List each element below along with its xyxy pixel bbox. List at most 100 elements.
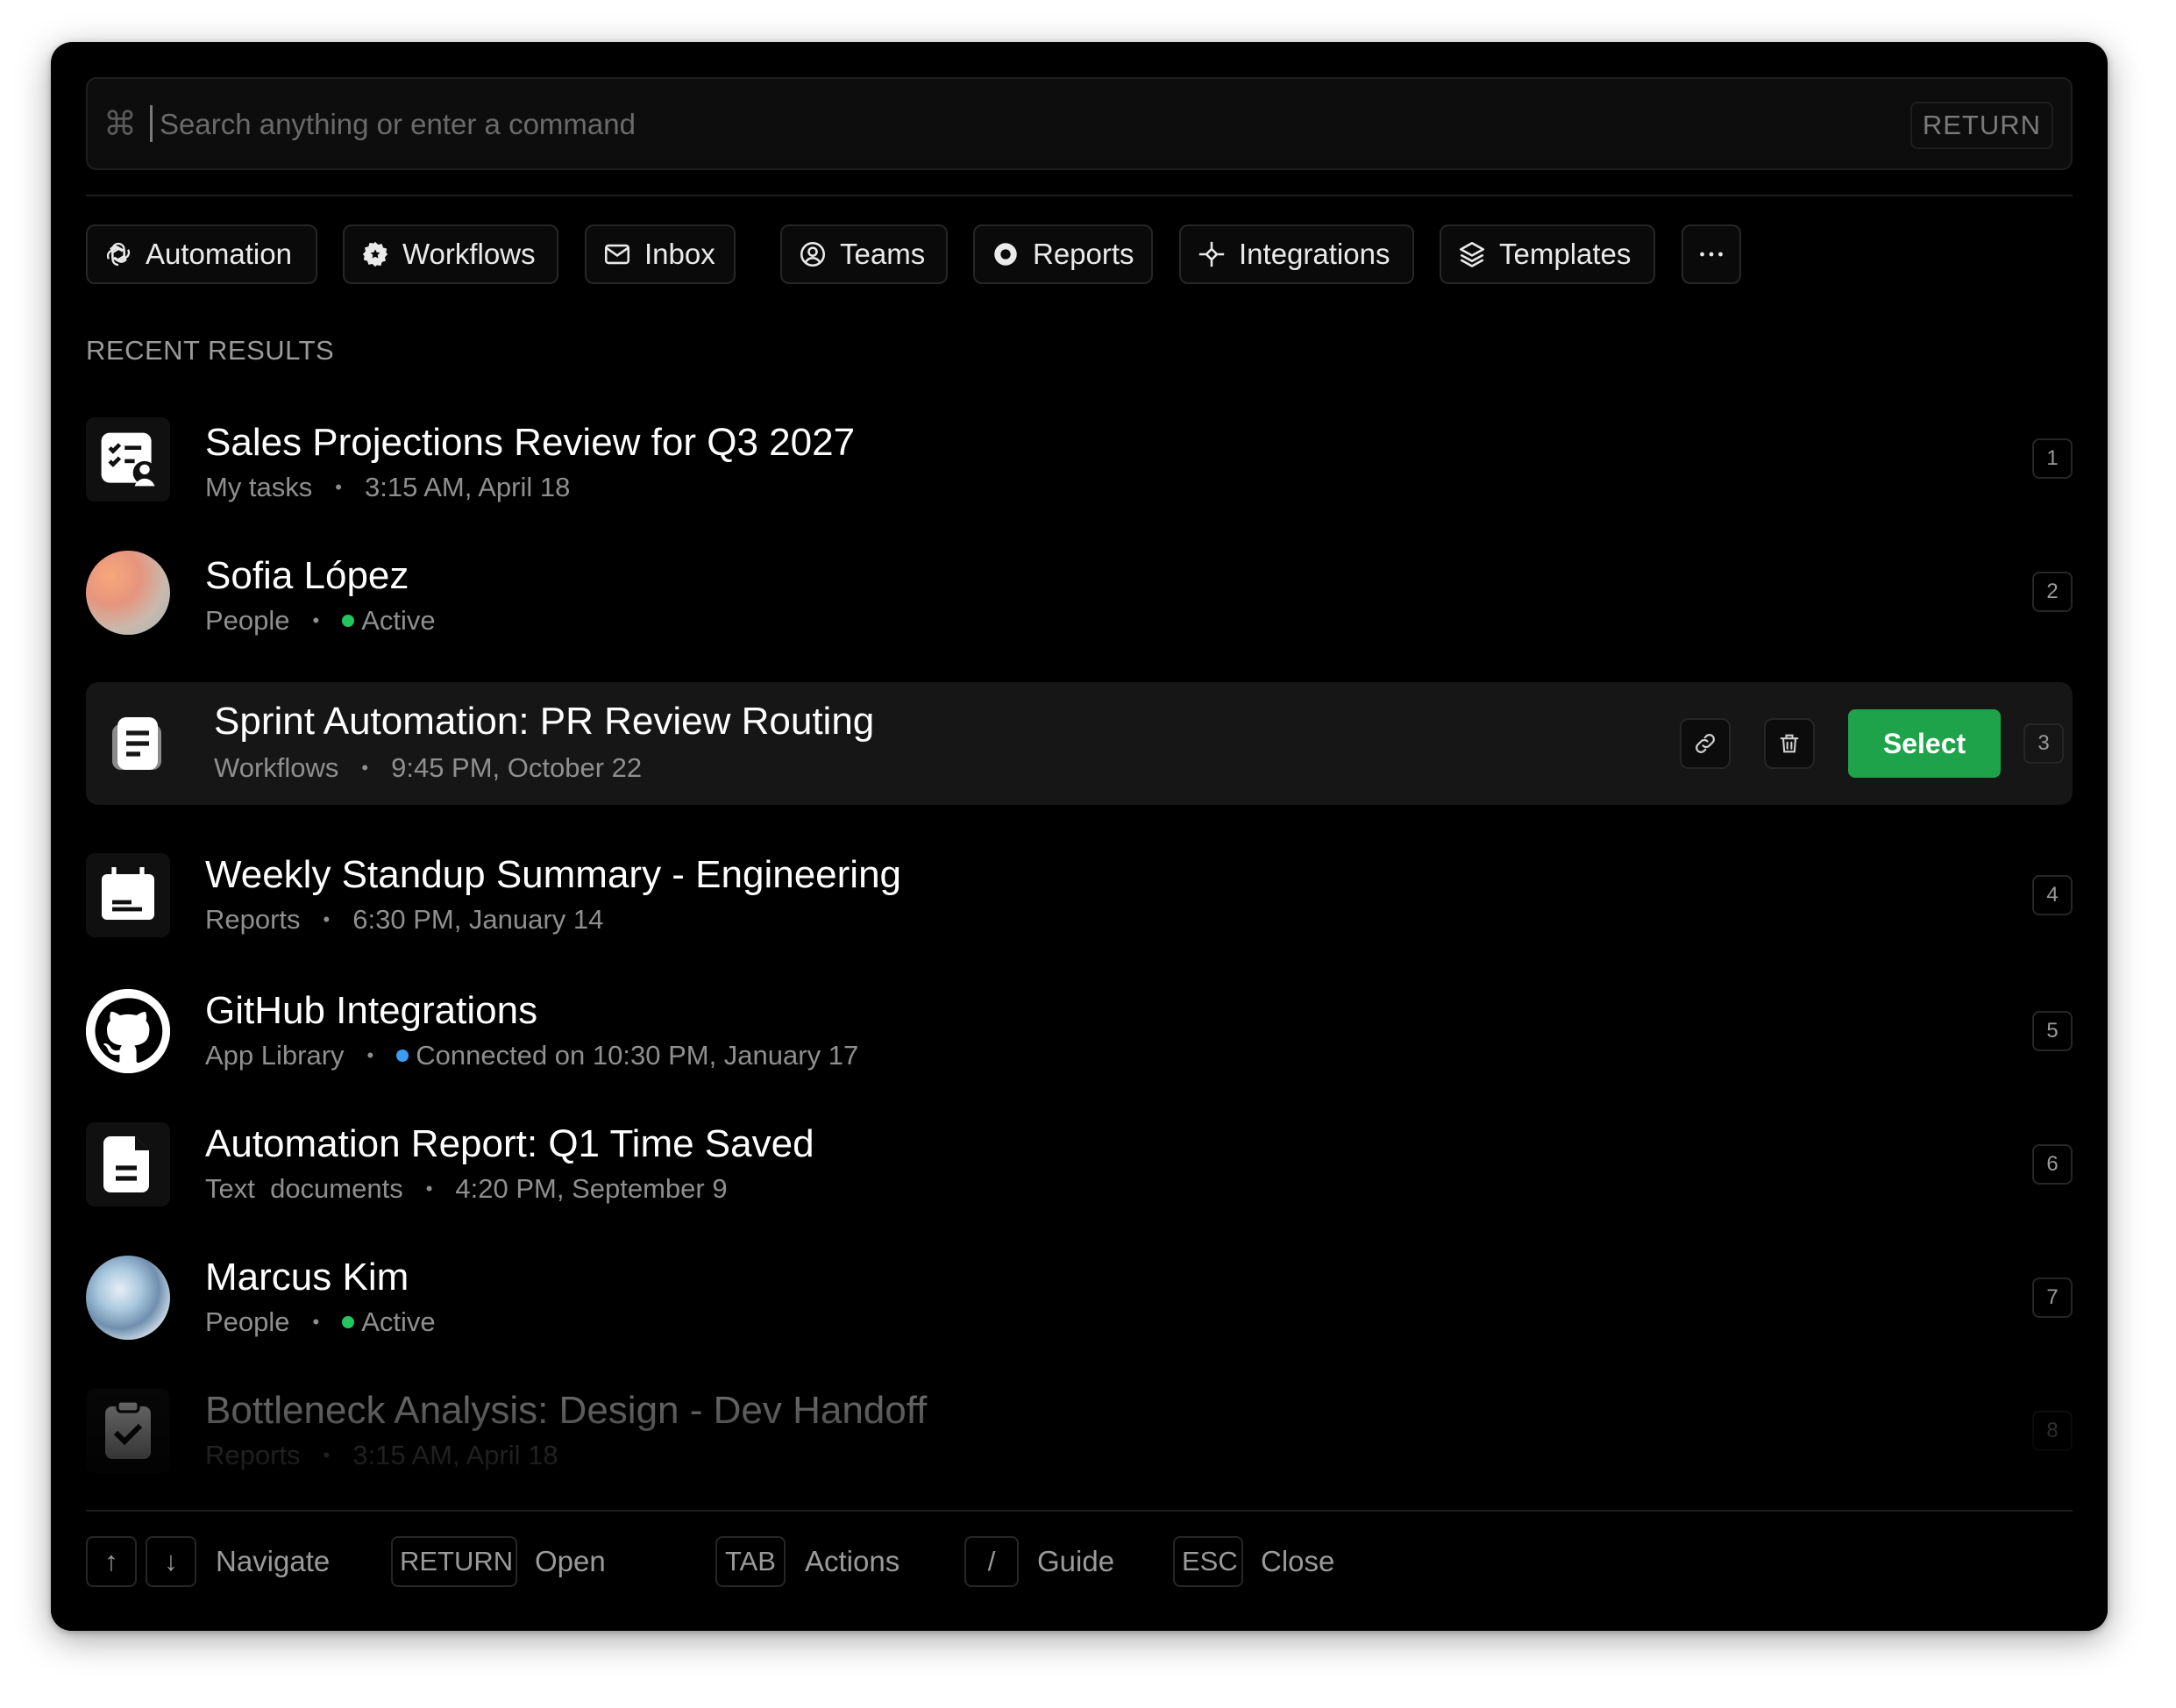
command-palette: ⌘ RETURN Automation Workflows — [51, 42, 2108, 1631]
chip-inbox[interactable]: Inbox — [585, 224, 736, 284]
chip-label: Teams — [840, 238, 926, 270]
result-row[interactable]: Weekly Standup Summary - Engineering Rep… — [86, 853, 2073, 937]
separator-dot: • — [335, 476, 342, 498]
result-title: Sofia López — [205, 554, 409, 597]
status-dot — [396, 1050, 409, 1062]
chip-label: Integrations — [1239, 238, 1390, 270]
result-category: Reports — [205, 904, 301, 935]
status-dot — [342, 1316, 355, 1328]
result-meta: People • Active — [205, 605, 436, 637]
avatar — [86, 551, 170, 635]
result-category: Text documents — [205, 1173, 403, 1204]
text-caret — [150, 105, 153, 142]
open-hint: Open — [535, 1545, 606, 1577]
result-meta: People • Active — [205, 1306, 436, 1338]
task-list-icon — [86, 417, 170, 502]
shortcut-number: 4 — [2032, 875, 2073, 915]
clipboard-check-icon — [86, 1389, 170, 1473]
section-label: RECENT RESULTS — [86, 335, 335, 366]
result-meta: Reports • 6:30 PM, January 14 — [205, 904, 603, 936]
document-icon — [95, 701, 179, 786]
result-detail: 6:30 PM, January 14 — [352, 904, 604, 935]
result-category: People — [205, 1306, 290, 1337]
link-icon — [1696, 734, 1715, 753]
shortcut-number: 3 — [2023, 723, 2064, 764]
chip-label: Workflows — [402, 238, 536, 270]
result-row[interactable]: Marcus Kim People • Active 7 — [86, 1256, 2073, 1340]
result-title: Bottleneck Analysis: Design - Dev Handof… — [205, 1389, 928, 1432]
separator-dot: • — [361, 757, 369, 779]
more-dots-icon — [1700, 252, 1723, 257]
copy-link-button[interactable] — [1680, 718, 1731, 769]
result-title: GitHub Integrations — [205, 989, 538, 1032]
chip-label: Templates — [1499, 238, 1632, 270]
divider — [86, 1510, 2073, 1512]
shortcut-number: 6 — [2032, 1144, 2073, 1185]
down-arrow-key: ↓ — [146, 1536, 196, 1587]
result-title: Sprint Automation: PR Review Routing — [214, 700, 875, 743]
file-icon — [86, 1122, 170, 1206]
result-detail: Active — [361, 605, 436, 636]
result-detail: Active — [361, 1306, 436, 1337]
slash-key: / — [964, 1536, 1019, 1587]
github-icon — [86, 989, 170, 1073]
result-title: Marcus Kim — [205, 1256, 409, 1299]
result-row[interactable]: Bottleneck Analysis: Design - Dev Handof… — [86, 1389, 2073, 1473]
search-bar[interactable]: ⌘ RETURN — [86, 77, 2073, 170]
result-detail: 4:20 PM, September 9 — [455, 1173, 728, 1204]
result-row[interactable]: Sales Projections Review for Q3 2027 My … — [86, 417, 2073, 502]
select-button[interactable]: Select — [1848, 709, 2001, 778]
chip-integrations[interactable]: Integrations — [1179, 224, 1414, 284]
result-category: App Library — [205, 1040, 345, 1071]
chip-label: Inbox — [644, 238, 715, 270]
delete-button[interactable] — [1764, 718, 1815, 769]
chip-teams[interactable]: Teams — [780, 224, 948, 284]
gear-badge-icon — [362, 241, 388, 267]
status-dot — [342, 615, 355, 627]
actions-hint: Actions — [805, 1545, 900, 1577]
result-meta: Reports • 3:15 AM, April 18 — [205, 1440, 558, 1471]
result-category: Reports — [205, 1440, 301, 1470]
close-hint: Close — [1261, 1545, 1335, 1577]
tab-key: TAB — [715, 1536, 786, 1587]
return-key: RETURN — [391, 1536, 517, 1587]
search-input[interactable] — [158, 98, 1827, 151]
up-arrow-key: ↑ — [86, 1536, 137, 1587]
result-title: Automation Report: Q1 Time Saved — [205, 1122, 814, 1165]
divider — [86, 195, 2073, 196]
shortcut-number: 8 — [2032, 1411, 2073, 1451]
result-detail: 3:15 AM, April 18 — [352, 1440, 558, 1470]
record-icon — [994, 243, 1017, 266]
result-title: Sales Projections Review for Q3 2027 — [205, 421, 856, 464]
separator-dot: • — [323, 908, 331, 930]
separator-dot: • — [366, 1044, 374, 1066]
chip-label: Automation — [146, 238, 292, 270]
esc-key: ESC — [1173, 1536, 1243, 1587]
result-row-selected[interactable]: Sprint Automation: PR Review Routing Wor… — [86, 682, 2073, 805]
result-detail: 3:15 AM, April 18 — [365, 472, 571, 502]
chip-automation[interactable]: Automation — [86, 224, 317, 284]
separator-dot: • — [323, 1444, 331, 1466]
avatar — [86, 1256, 170, 1340]
command-icon: ⌘ — [103, 104, 137, 143]
nodes-icon — [1198, 241, 1225, 267]
result-detail: 9:45 PM, October 22 — [391, 752, 643, 783]
result-row[interactable]: GitHub Integrations App Library • Connec… — [86, 989, 2073, 1073]
chip-workflows[interactable]: Workflows — [343, 224, 558, 284]
chip-reports[interactable]: Reports — [973, 224, 1153, 284]
shortcut-number: 1 — [2032, 438, 2073, 479]
result-title: Weekly Standup Summary - Engineering — [205, 853, 902, 896]
shortcut-number: 2 — [2032, 572, 2073, 612]
result-detail: Connected on 10:30 PM, January 17 — [416, 1040, 859, 1071]
shortcut-number: 7 — [2032, 1277, 2073, 1318]
result-category: Workflows — [214, 752, 339, 783]
result-category: My tasks — [205, 472, 313, 502]
user-circle-icon — [800, 241, 826, 267]
separator-dot: • — [312, 609, 320, 631]
result-category: People — [205, 605, 290, 636]
result-row[interactable]: Automation Report: Q1 Time Saved Text do… — [86, 1122, 2073, 1206]
result-row[interactable]: Sofia López People • Active 2 — [86, 551, 2073, 637]
chip-templates[interactable]: Templates — [1440, 224, 1655, 284]
more-button[interactable] — [1682, 224, 1741, 284]
separator-dot: • — [425, 1178, 433, 1199]
